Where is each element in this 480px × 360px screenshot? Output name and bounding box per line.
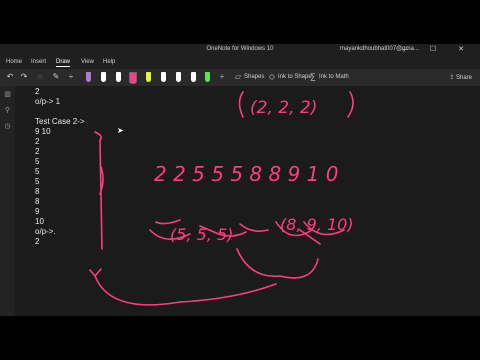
ink-group-left: (5, 5, 5) [170,225,233,244]
ink-merge-lines [236,248,319,279]
ink-top-text: (2, 2, 2) [250,98,317,118]
ink-return-arrow [89,268,277,306]
ink-left-brace [94,131,104,250]
ink-top-open-paren [238,91,244,118]
ink-top-close-paren [347,91,354,118]
ink-drawing: (2, 2, 2) 2 2 5 5 5 8 8 9 1 0 (5, 5, 5) … [89,91,354,306]
ink-sequence-text: 2 2 5 5 5 8 8 9 1 0 [154,162,338,186]
ink-group-right: (8, 9, 10) [280,215,354,234]
